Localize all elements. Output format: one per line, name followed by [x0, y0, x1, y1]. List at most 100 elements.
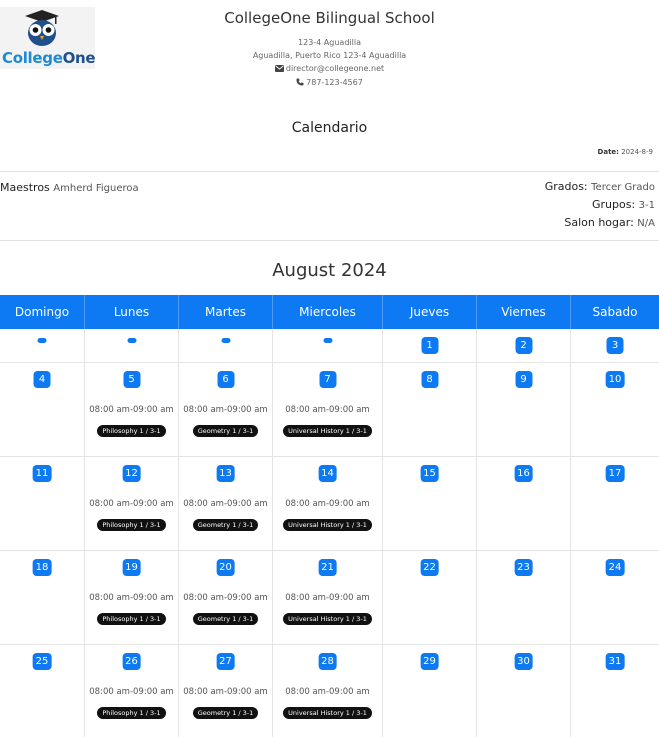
calendar-day[interactable]: 30 — [477, 645, 571, 737]
address-line-2: Aguadilla, Puerto Rico 123-4 Aguadilla — [252, 51, 407, 60]
day-number: 31 — [605, 653, 625, 670]
day-number: 30 — [514, 653, 533, 670]
calendar-day-empty — [85, 329, 179, 362]
phone-line: 787-123-4567 — [0, 78, 659, 87]
event-badge[interactable]: Philosophy 1 / 3-1 — [97, 613, 166, 625]
calendar-day[interactable]: 17 — [571, 457, 659, 550]
day-number: 28 — [318, 653, 337, 670]
weekday-domingo: Domingo — [0, 295, 85, 329]
day-number: 17 — [605, 465, 625, 482]
envelope-icon — [274, 65, 284, 72]
event-badge[interactable]: Philosophy 1 / 3-1 — [97, 707, 166, 719]
event-time: 08:00 am-09:00 am — [183, 499, 268, 509]
calendar-day[interactable]: 19 08:00 am-09:00 am Philosophy 1 / 3-1 — [85, 551, 179, 644]
day-number: 8 — [421, 371, 438, 388]
day-number: 11 — [32, 465, 52, 482]
calendar-day[interactable]: 14 08:00 am-09:00 am Universal History 1 … — [273, 457, 383, 550]
calendar-day[interactable]: 4 — [0, 363, 85, 456]
calendar-day[interactable]: 18 — [0, 551, 85, 644]
event-time: 08:00 am-09:00 am — [89, 687, 174, 697]
calendar-day[interactable]: 29 — [383, 645, 477, 737]
calendar-week: 18 19 08:00 am-09:00 am Philosophy 1 / 3-… — [0, 551, 659, 645]
homeroom-info: Salon hogar: N/A — [564, 216, 655, 229]
weekday-viernes: Viernes — [477, 295, 571, 329]
calendar-day[interactable]: 5 08:00 am-09:00 am Philosophy 1 / 3-1 — [85, 363, 179, 456]
event-time: 08:00 am-09:00 am — [89, 593, 174, 603]
calendar-day[interactable]: 23 — [477, 551, 571, 644]
calendar-day[interactable]: 9 — [477, 363, 571, 456]
calendar-week: 4 5 08:00 am-09:00 am Philosophy 1 / 3-1 … — [0, 363, 659, 457]
weekday-lunes: Lunes — [85, 295, 179, 329]
calendar-day[interactable]: 7 08:00 am-09:00 am Universal History 1 /… — [273, 363, 383, 456]
calendar-day[interactable]: 24 — [571, 551, 659, 644]
calendar-day[interactable]: 28 08:00 am-09:00 am Universal History 1 … — [273, 645, 383, 737]
day-number: 26 — [122, 653, 141, 670]
calendar-event[interactable]: 08:00 am-09:00 am Philosophy 1 / 3-1 — [85, 497, 178, 531]
calendar-event[interactable]: 08:00 am-09:00 am Philosophy 1 / 3-1 — [85, 685, 178, 719]
event-badge[interactable]: Universal History 1 / 3-1 — [283, 707, 372, 719]
calendar-day[interactable]: 3 — [571, 329, 659, 362]
event-badge[interactable]: Philosophy 1 / 3-1 — [97, 519, 166, 531]
divider — [0, 171, 659, 172]
calendar-day[interactable]: 26 08:00 am-09:00 am Philosophy 1 / 3-1 — [85, 645, 179, 737]
calendar-day[interactable]: 10 — [571, 363, 659, 456]
calendar-event[interactable]: 08:00 am-09:00 am Philosophy 1 / 3-1 — [85, 591, 178, 625]
calendar-day[interactable]: 13 08:00 am-09:00 am Geometry 1 / 3-1 — [179, 457, 273, 550]
weekday-sabado: Sabado — [592, 305, 638, 319]
day-number: 2 — [515, 337, 532, 354]
calendar-day[interactable]: 31 — [571, 645, 659, 737]
calendar-event[interactable]: 08:00 am-09:00 am Universal History 1 / 3… — [273, 591, 382, 625]
event-badge[interactable]: Universal History 1 / 3-1 — [283, 519, 372, 531]
calendar-day[interactable]: 21 08:00 am-09:00 am Universal History 1 … — [273, 551, 383, 644]
event-badge[interactable]: Geometry 1 / 3-1 — [192, 707, 259, 719]
day-number: 9 — [515, 371, 532, 388]
day-number: 5 — [123, 371, 140, 388]
calendar-day[interactable]: 20 08:00 am-09:00 am Geometry 1 / 3-1 — [179, 551, 273, 644]
event-badge[interactable]: Universal History 1 / 3-1 — [283, 613, 372, 625]
event-time: 08:00 am-09:00 am — [285, 405, 370, 415]
day-number: 10 — [605, 371, 625, 388]
calendar-day[interactable]: 22 — [383, 551, 477, 644]
calendar-event[interactable]: 08:00 am-09:00 am Geometry 1 / 3-1 — [179, 685, 272, 719]
event-badge[interactable]: Geometry 1 / 3-1 — [192, 613, 259, 625]
calendar-event[interactable]: 08:00 am-09:00 am Universal History 1 / 3… — [273, 497, 382, 531]
email-line: director@collegeone.net — [0, 64, 659, 73]
calendar-day-empty — [179, 329, 273, 362]
document-date: Date: 2024-8-9 — [597, 148, 653, 156]
teacher-info: Maestros Amherd Figueroa — [0, 181, 139, 194]
calendar-event[interactable]: 08:00 am-09:00 am Universal History 1 / 3… — [273, 403, 382, 437]
calendar-event[interactable]: 08:00 am-09:00 am Philosophy 1 / 3-1 — [85, 403, 178, 437]
month-title: August 2024 — [272, 260, 387, 281]
calendar-event[interactable]: 08:00 am-09:00 am Universal History 1 / 3… — [273, 685, 382, 719]
calendar-week: 1 2 3 — [0, 329, 659, 363]
day-number: 24 — [605, 559, 625, 576]
day-number: 15 — [420, 465, 439, 482]
weekday-header: Domingo Lunes Martes Miercoles Jueves Vi… — [0, 295, 659, 329]
event-badge[interactable]: Universal History 1 / 3-1 — [283, 425, 372, 437]
calendar-event[interactable]: 08:00 am-09:00 am Geometry 1 / 3-1 — [179, 403, 272, 437]
calendar-day[interactable]: 15 — [383, 457, 477, 550]
calendar-day[interactable]: 16 — [477, 457, 571, 550]
email-text[interactable]: director@collegeone.net — [286, 64, 384, 73]
calendar-day[interactable]: 12 08:00 am-09:00 am Philosophy 1 / 3-1 — [85, 457, 179, 550]
calendar-day[interactable]: 2 — [477, 329, 571, 362]
calendar-day[interactable]: 27 08:00 am-09:00 am Geometry 1 / 3-1 — [179, 645, 273, 737]
event-time: 08:00 am-09:00 am — [285, 593, 370, 603]
day-number: 3 — [606, 337, 624, 354]
event-time: 08:00 am-09:00 am — [183, 593, 268, 603]
calendar-day[interactable]: 8 — [383, 363, 477, 456]
weekday-jueves: Jueves — [383, 295, 477, 329]
event-time: 08:00 am-09:00 am — [183, 687, 268, 697]
calendar-event[interactable]: 08:00 am-09:00 am Geometry 1 / 3-1 — [179, 497, 272, 531]
divider — [0, 240, 659, 241]
event-badge[interactable]: Geometry 1 / 3-1 — [192, 425, 259, 437]
calendar-day[interactable]: 25 — [0, 645, 85, 737]
calendar-event[interactable]: 08:00 am-09:00 am Geometry 1 / 3-1 — [179, 591, 272, 625]
event-badge[interactable]: Philosophy 1 / 3-1 — [97, 425, 166, 437]
calendar-day[interactable]: 1 — [383, 329, 477, 362]
empty-day-marker — [37, 338, 47, 343]
calendar-day[interactable]: 6 08:00 am-09:00 am Geometry 1 / 3-1 — [179, 363, 273, 456]
event-badge[interactable]: Geometry 1 / 3-1 — [192, 519, 259, 531]
day-number: 29 — [420, 653, 439, 670]
calendar-day[interactable]: 11 — [0, 457, 85, 550]
